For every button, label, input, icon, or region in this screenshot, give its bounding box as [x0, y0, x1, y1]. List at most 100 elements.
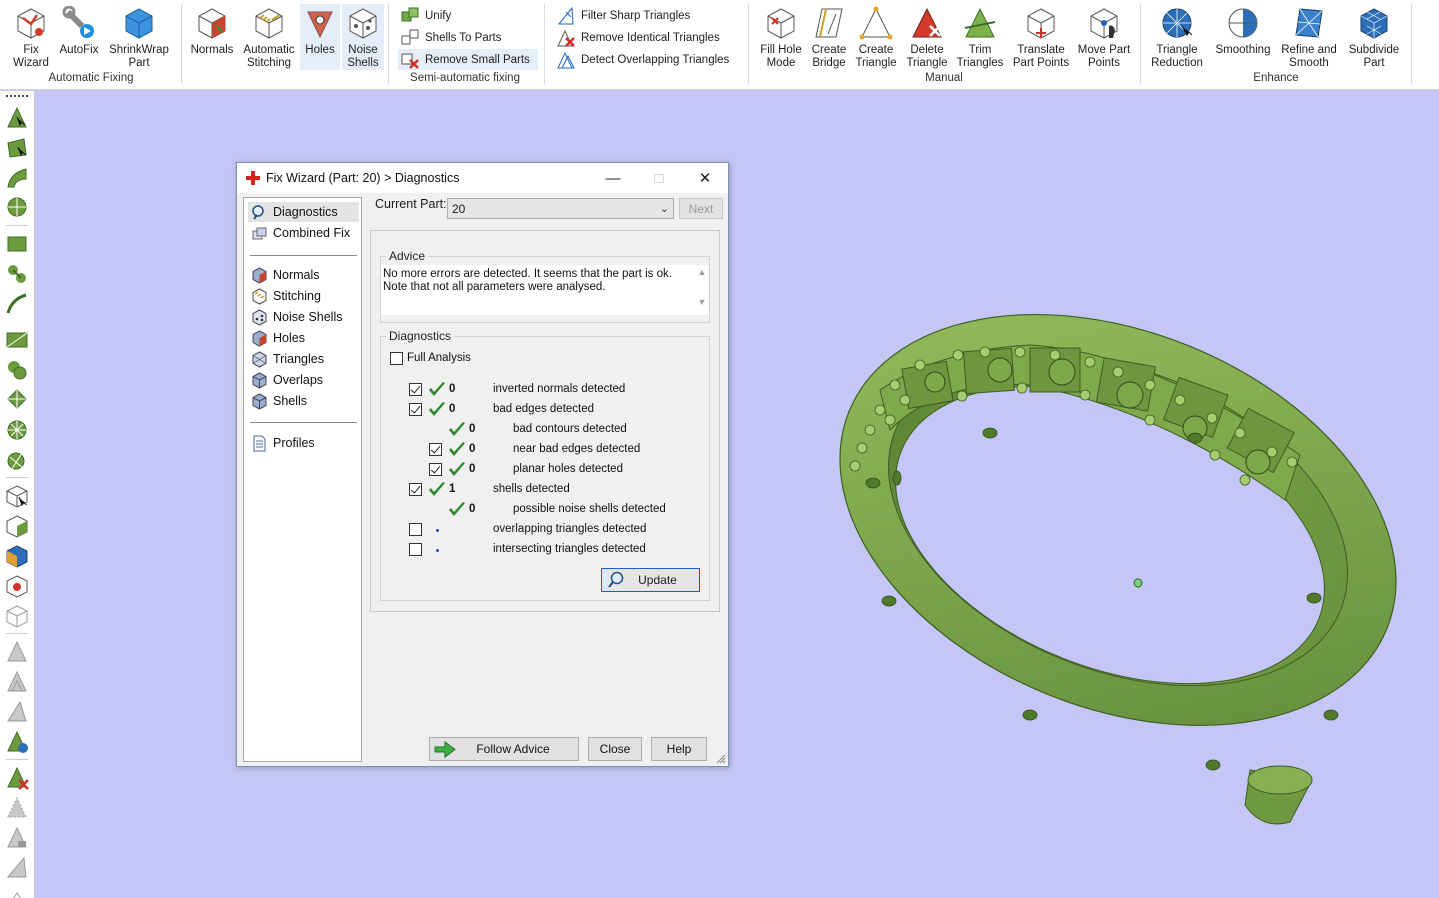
fill-hole-mode-button[interactable]: Fill Hole Mode — [757, 4, 805, 70]
green-check-icon — [449, 462, 465, 476]
diagnostics-groupbox: Diagnostics Full Analysis 0 inverted norm… — [380, 329, 710, 601]
fill-hole-mode-label: Fill Hole Mode — [760, 44, 802, 69]
scroll-down-icon[interactable]: ▼ — [695, 297, 709, 307]
refine-and-smooth-label: Refine and Smooth — [1281, 44, 1337, 69]
grey-tool-4-icon[interactable] — [4, 795, 30, 821]
nav-item-label: Holes — [273, 331, 305, 345]
nav-item-noise-shells[interactable]: Noise Shells — [248, 307, 359, 327]
nav-item-holes[interactable]: Holes — [248, 328, 359, 348]
unify-button[interactable]: Unify — [398, 5, 457, 26]
rectangle-select-icon[interactable] — [4, 231, 30, 257]
shells-to-parts-label: Shells To Parts — [425, 31, 502, 44]
translate-part-points-button[interactable]: Translate Part Points — [1009, 4, 1073, 70]
resize-grip-icon[interactable] — [716, 754, 726, 764]
advice-scrollbar[interactable]: ▲ ▼ — [695, 265, 709, 315]
mark-freeform-icon[interactable] — [4, 447, 30, 473]
delete-marked-icon[interactable] — [4, 765, 30, 791]
diagnostic-row: 0 bad contours detected — [381, 421, 701, 439]
update-button[interactable]: Update — [601, 568, 700, 592]
grey-tool-3-icon[interactable] — [4, 699, 30, 725]
select-triangle-icon[interactable] — [4, 105, 30, 131]
nav-item-triangles[interactable]: Triangles — [248, 349, 359, 369]
profiles-icon — [253, 435, 266, 451]
lasso-select-icon[interactable] — [4, 261, 30, 287]
help-button[interactable]: Help — [651, 737, 707, 761]
select-part-red-icon[interactable] — [4, 573, 30, 599]
remove-identical-triangles-button[interactable]: Remove Identical Triangles — [554, 27, 726, 48]
grey-tool-6-icon[interactable] — [4, 855, 30, 881]
select-part-color-icon[interactable] — [4, 543, 30, 569]
full-analysis-row[interactable]: Full Analysis — [390, 351, 590, 369]
nav-item-profiles[interactable]: Profiles — [248, 433, 359, 453]
select-part-icon[interactable] — [4, 483, 30, 509]
current-part-label: Current Part: — [375, 197, 447, 211]
mark-plane-icon[interactable] — [4, 327, 30, 353]
normals-button[interactable]: Normals — [188, 4, 236, 57]
mark-sphere-icon[interactable] — [4, 417, 30, 443]
grey-tool-7-icon[interactable] — [4, 885, 30, 898]
create-bridge-button[interactable]: Create Bridge — [809, 4, 849, 70]
diagnostic-checkbox[interactable] — [409, 483, 422, 496]
grey-tool-5-icon[interactable] — [4, 825, 30, 851]
select-part-outline-icon[interactable] — [4, 603, 30, 629]
automatic-stitching-button[interactable]: Automatic Stitching — [240, 4, 298, 70]
follow-advice-button[interactable]: Follow Advice — [429, 737, 579, 761]
create-triangle-button[interactable]: Create Triangle — [853, 4, 899, 70]
diagnostic-checkbox[interactable] — [409, 383, 422, 396]
maximize-button[interactable]: □ — [636, 163, 682, 193]
grey-tool-1-icon[interactable] — [4, 639, 30, 665]
diagnostic-checkbox[interactable] — [409, 523, 422, 536]
translate-part-points-label: Translate Part Points — [1012, 44, 1070, 69]
diagnostic-row: 0 near bad edges detected — [381, 441, 701, 459]
autofix-label: AutoFix — [59, 44, 99, 56]
group-divider — [1411, 4, 1412, 84]
toolbar-grip[interactable] — [6, 95, 28, 97]
next-button[interactable]: Next — [679, 198, 723, 219]
close-button[interactable]: Close — [588, 737, 642, 761]
nav-item-shells[interactable]: Shells — [248, 391, 359, 411]
select-edge-icon[interactable] — [4, 165, 30, 191]
close-window-button[interactable]: ✕ — [682, 163, 728, 193]
trim-triangles-button[interactable]: Trim Triangles — [955, 4, 1005, 70]
delete-triangle-button[interactable]: Delete Triangle — [903, 4, 951, 70]
grey-tool-2-icon[interactable] — [4, 669, 30, 695]
unify-icon — [401, 7, 419, 21]
group-automatic-fixing: Fix Wizard AutoFix ShrinkWrap Part Autom… — [0, 0, 182, 88]
scroll-up-icon[interactable]: ▲ — [695, 267, 709, 277]
select-shell-icon[interactable] — [4, 195, 30, 221]
refine-and-smooth-button[interactable]: Refine and Smooth — [1277, 4, 1341, 70]
fix-wizard-button[interactable]: Fix Wizard — [6, 4, 56, 70]
tool-globe-icon[interactable] — [4, 729, 30, 755]
diagnostic-checkbox[interactable] — [409, 403, 422, 416]
chevron-down-icon: ⌄ — [659, 203, 669, 215]
shells-to-parts-button[interactable]: Shells To Parts — [398, 27, 508, 48]
detect-overlapping-triangles-button[interactable]: Detect Overlapping Triangles — [554, 49, 735, 70]
autofix-button[interactable]: AutoFix — [56, 4, 102, 57]
minimize-button[interactable]: — — [590, 163, 636, 193]
shrinkwrap-button[interactable]: ShrinkWrap Part — [104, 4, 174, 70]
dialog-titlebar[interactable]: Fix Wizard (Part: 20) > Diagnostics — □ … — [237, 163, 728, 193]
select-surface-icon[interactable] — [4, 135, 30, 161]
filter-sharp-triangles-button[interactable]: Filter Sharp Triangles — [554, 5, 696, 26]
diagnostic-checkbox[interactable] — [409, 543, 422, 556]
mark-cylinder-icon[interactable] — [4, 357, 30, 383]
smoothing-button[interactable]: Smoothing — [1213, 4, 1273, 57]
holes-button[interactable]: Holes — [300, 4, 340, 70]
nav-item-combined-fix[interactable]: Combined Fix — [248, 223, 359, 243]
mark-cone-icon[interactable] — [4, 387, 30, 413]
move-part-points-button[interactable]: Move Part Points — [1075, 4, 1133, 70]
nav-item-diagnostics[interactable]: Diagnostics — [248, 202, 359, 222]
brush-select-icon[interactable] — [4, 291, 30, 317]
diagnostic-checkbox[interactable] — [429, 443, 442, 456]
noise-shells-button[interactable]: Noise Shells — [342, 4, 384, 70]
subdivide-part-button[interactable]: Subdivide Part — [1345, 4, 1403, 70]
remove-small-parts-button[interactable]: Remove Small Parts — [398, 49, 538, 70]
full-analysis-checkbox[interactable] — [390, 352, 403, 365]
nav-item-stitching[interactable]: Stitching — [248, 286, 359, 306]
nav-item-overlaps[interactable]: Overlaps — [248, 370, 359, 390]
current-part-select[interactable]: 20 ⌄ — [447, 198, 674, 219]
diagnostic-checkbox[interactable] — [429, 463, 442, 476]
nav-item-normals[interactable]: Normals — [248, 265, 359, 285]
select-part-green-icon[interactable] — [4, 513, 30, 539]
triangle-reduction-button[interactable]: Triangle Reduction — [1147, 4, 1207, 70]
